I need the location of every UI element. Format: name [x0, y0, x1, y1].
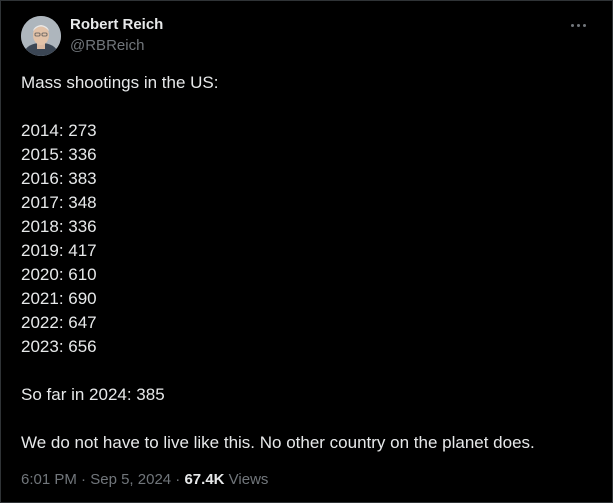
stat-line: 2015: 336: [21, 145, 97, 164]
tweet-time[interactable]: 6:01 PM: [21, 471, 77, 488]
more-options-button[interactable]: [564, 13, 592, 37]
tweet-card: Robert Reich @RBReich Mass shootings in …: [0, 0, 613, 503]
more-horizontal-icon: [570, 23, 586, 27]
stat-line: 2018: 336: [21, 217, 97, 236]
avatar[interactable]: [21, 16, 61, 56]
stat-line: 2014: 273: [21, 121, 97, 140]
tweet-meta: 6:01 PM · Sep 5, 2024 · 67.4K Views: [21, 471, 268, 489]
stat-line: 2017: 348: [21, 193, 97, 212]
tweet-date[interactable]: Sep 5, 2024: [90, 471, 171, 488]
author-handle[interactable]: @RBReich: [70, 37, 144, 55]
tweet-intro: Mass shootings in the US:: [21, 73, 219, 92]
avatar-image: [21, 16, 61, 56]
stat-line: 2019: 417: [21, 241, 97, 260]
stat-line: 2020: 610: [21, 265, 97, 284]
tweet-closing: We do not have to live like this. No oth…: [21, 433, 535, 452]
stat-line: 2021: 690: [21, 289, 97, 308]
tweet-so-far: So far in 2024: 385: [21, 385, 165, 404]
author-name[interactable]: Robert Reich: [70, 16, 163, 34]
tweet-text: Mass shootings in the US: 2014: 273 2015…: [21, 71, 591, 455]
views-label: Views: [228, 471, 269, 488]
stat-line: 2016: 383: [21, 169, 97, 188]
meta-separator: ·: [175, 471, 181, 488]
meta-separator: ·: [81, 471, 87, 488]
stat-line: 2023: 656: [21, 337, 97, 356]
views-count: 67.4K: [184, 471, 225, 488]
stat-line: 2022: 647: [21, 313, 97, 332]
